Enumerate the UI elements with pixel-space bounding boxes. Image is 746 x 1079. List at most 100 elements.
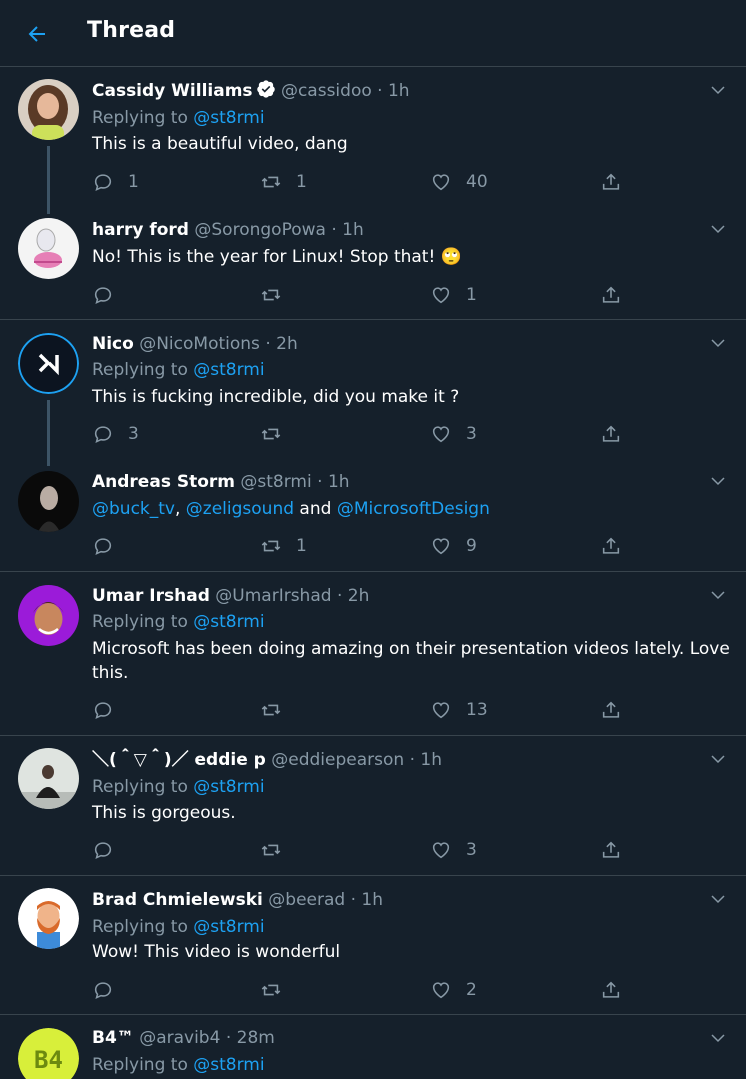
- reply-button[interactable]: [92, 837, 128, 863]
- tweet[interactable]: Cassidy Williams @cassidoo · 1h Replying…: [0, 68, 746, 204]
- author-name[interactable]: Cassidy Williams: [92, 81, 253, 101]
- mention-link[interactable]: @st8rmi: [193, 360, 264, 380]
- author-handle[interactable]: @NicoMotions: [139, 334, 260, 354]
- tweet[interactable]: Umar Irshad @UmarIrshad · 2h Replying to…: [0, 573, 746, 736]
- author-name[interactable]: Andreas Storm: [92, 472, 235, 492]
- like-button[interactable]: 2: [430, 977, 477, 1003]
- like-button[interactable]: 3: [430, 421, 477, 447]
- tweet-menu-button[interactable]: [706, 1026, 730, 1050]
- like-button[interactable]: 13: [430, 697, 488, 723]
- timestamp[interactable]: 2h: [276, 334, 298, 354]
- like-count: 1: [466, 285, 477, 305]
- retweet-button[interactable]: [260, 697, 296, 723]
- tweet-menu-button[interactable]: [706, 887, 730, 911]
- chevron-down-icon: [711, 86, 725, 95]
- share-icon: [602, 981, 620, 998]
- timestamp[interactable]: 28m: [237, 1028, 275, 1048]
- avatar[interactable]: [18, 471, 79, 532]
- author-name[interactable]: Umar Irshad: [92, 586, 210, 606]
- author-handle[interactable]: @eddiepearson: [271, 750, 404, 770]
- mention-link[interactable]: @st8rmi: [193, 917, 264, 937]
- timestamp[interactable]: 1h: [342, 220, 364, 240]
- tweet-menu-button[interactable]: [706, 469, 730, 493]
- share-button[interactable]: [600, 533, 622, 559]
- reply-button[interactable]: 3: [92, 421, 139, 447]
- tweet-menu-button[interactable]: [706, 331, 730, 355]
- retweet-button[interactable]: [260, 977, 296, 1003]
- avatar[interactable]: [18, 585, 79, 646]
- retweet-button[interactable]: 1: [260, 533, 307, 559]
- author-name[interactable]: ＼(＾▽＾)／ eddie p: [92, 750, 266, 770]
- avatar[interactable]: [18, 888, 79, 949]
- mention-link[interactable]: @st8rmi: [193, 108, 264, 128]
- tweet-menu-button[interactable]: [706, 583, 730, 607]
- share-button[interactable]: [600, 977, 622, 1003]
- tweet[interactable]: harry ford @SorongoPowa · 1h No! This is…: [0, 206, 746, 320]
- tweet[interactable]: Andreas Storm @st8rmi · 1h @buck_tv, @ze…: [0, 459, 746, 572]
- retweet-button[interactable]: [260, 282, 296, 308]
- retweet-button[interactable]: 1: [260, 169, 307, 195]
- retweet-icon: [261, 704, 281, 716]
- author-handle[interactable]: @SorongoPowa: [194, 220, 326, 240]
- author-handle[interactable]: @aravib4: [139, 1028, 220, 1048]
- avatar[interactable]: [18, 79, 79, 140]
- timestamp[interactable]: 1h: [328, 472, 350, 492]
- tweet-header: Umar Irshad @UmarIrshad · 2h: [92, 586, 370, 606]
- like-button[interactable]: 40: [430, 169, 488, 195]
- mention-link[interactable]: @buck_tv: [92, 499, 175, 519]
- like-button[interactable]: 1: [430, 282, 477, 308]
- reply-button[interactable]: 1: [92, 169, 139, 195]
- heart-icon: [432, 538, 450, 555]
- reply-button[interactable]: [92, 697, 128, 723]
- author-handle[interactable]: @cassidoo: [281, 81, 372, 101]
- retweet-button[interactable]: [260, 421, 296, 447]
- avatar[interactable]: B4: [18, 1028, 79, 1079]
- like-button[interactable]: 3: [430, 837, 477, 863]
- like-count: 2: [466, 980, 477, 1000]
- tweet-menu-button[interactable]: [706, 217, 730, 241]
- like-button[interactable]: 9: [430, 533, 477, 559]
- tweet[interactable]: B4 B4™ @aravib4 · 28m Replying to @st8rm…: [0, 1016, 746, 1079]
- mention-link[interactable]: @zeligsound: [186, 499, 294, 519]
- verified-badge-icon: [256, 80, 275, 98]
- author-name[interactable]: Nico: [92, 334, 134, 354]
- reply-button[interactable]: [92, 977, 128, 1003]
- timestamp[interactable]: 1h: [420, 750, 442, 770]
- share-button[interactable]: [600, 421, 622, 447]
- back-button[interactable]: [18, 16, 56, 52]
- share-button[interactable]: [600, 837, 622, 863]
- timestamp[interactable]: 1h: [361, 890, 383, 910]
- tweet-menu-button[interactable]: [706, 78, 730, 102]
- mention-link[interactable]: @st8rmi: [193, 777, 264, 797]
- author-name[interactable]: B4™: [92, 1028, 134, 1048]
- reply-icon: [94, 982, 112, 999]
- share-button[interactable]: [600, 697, 622, 723]
- author-handle[interactable]: @beerad: [268, 890, 345, 910]
- avatar[interactable]: [18, 748, 79, 809]
- retweet-count: 1: [296, 172, 307, 192]
- retweet-button[interactable]: [260, 837, 296, 863]
- replying-to: Replying to @st8rmi: [92, 917, 265, 937]
- tweet[interactable]: Brad Chmielewski @beerad · 1h Replying t…: [0, 877, 746, 1015]
- mention-link[interactable]: @MicrosoftDesign: [337, 499, 490, 519]
- author-name[interactable]: Brad Chmielewski: [92, 890, 263, 910]
- mention-link[interactable]: @st8rmi: [193, 1055, 264, 1075]
- timestamp[interactable]: 2h: [348, 586, 370, 606]
- reply-button[interactable]: [92, 533, 128, 559]
- avatar[interactable]: [18, 218, 79, 279]
- tweet[interactable]: ＼(＾▽＾)／ eddie p @eddiepearson · 1h Reply…: [0, 737, 746, 876]
- tweet-header: Andreas Storm @st8rmi · 1h: [92, 472, 350, 492]
- author-handle[interactable]: @UmarIrshad: [215, 586, 331, 606]
- mention-link[interactable]: @st8rmi: [193, 612, 264, 632]
- reply-button[interactable]: [92, 282, 128, 308]
- timestamp[interactable]: 1h: [388, 81, 410, 101]
- avatar[interactable]: [18, 333, 79, 394]
- reply-icon: [94, 702, 112, 719]
- tweet[interactable]: Nico @NicoMotions · 2h Replying to @st8r…: [0, 321, 746, 457]
- author-name[interactable]: harry ford: [92, 220, 189, 240]
- header: Thread: [0, 0, 746, 67]
- tweet-menu-button[interactable]: [706, 747, 730, 771]
- share-button[interactable]: [600, 169, 622, 195]
- author-handle[interactable]: @st8rmi: [240, 472, 311, 492]
- share-button[interactable]: [600, 282, 622, 308]
